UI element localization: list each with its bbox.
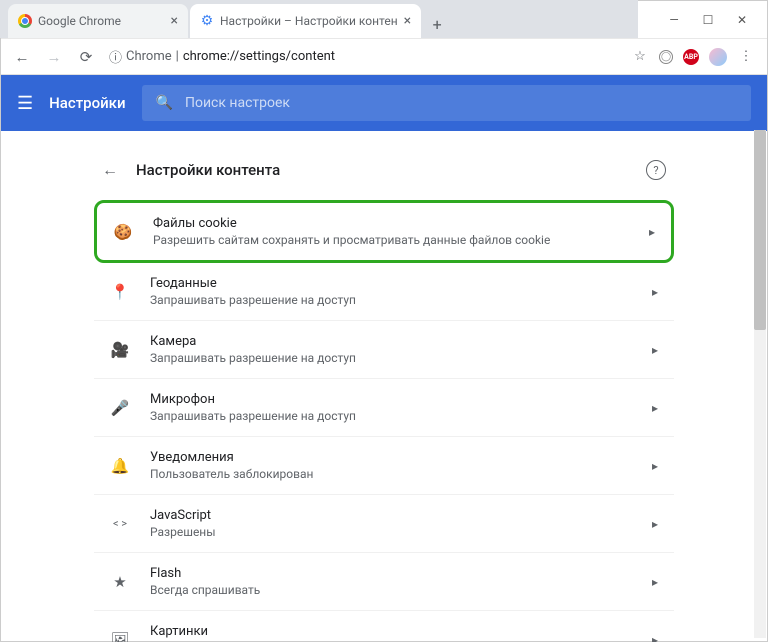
toolbar-extensions: ☆ ◯ ABP ⋮ [631, 48, 755, 66]
avatar-icon[interactable] [709, 48, 727, 66]
setting-row-mic[interactable]: 🎤 Микрофон Запрашивать разрешение на досту… [94, 379, 674, 437]
row-subtitle: Пользователь заблокирован [150, 467, 632, 481]
url-field[interactable]: ⓘ Chrome | chrome://settings/content [109, 47, 617, 66]
cookie-icon: 🍪 [113, 222, 133, 242]
back-arrow-icon[interactable]: ← [102, 160, 118, 180]
flash-icon: ★ [110, 572, 130, 592]
row-text: Микрофон Запрашивать разрешение на доступ [150, 392, 632, 423]
row-subtitle: Запрашивать разрешение на доступ [150, 351, 632, 365]
hamburger-icon[interactable]: ☰ [17, 93, 33, 114]
chevron-right-icon: ▸ [649, 225, 655, 239]
url-sep: | [176, 49, 179, 64]
close-window-button[interactable]: ✕ [725, 6, 759, 34]
maximize-button[interactable]: ☐ [691, 6, 725, 34]
setting-row-cookie[interactable]: 🍪 Файлы cookie Разрешить сайтам сохранять … [94, 200, 674, 263]
setting-row-location[interactable]: 📍 Геоданные Запрашивать разрешение на дост… [94, 263, 674, 321]
chevron-right-icon: ▸ [652, 401, 658, 415]
menu-icon[interactable]: ⋮ [737, 48, 755, 66]
setting-row-flash[interactable]: ★ Flash Всегда спрашивать ▸ [94, 553, 674, 611]
row-title: Картинки [150, 624, 632, 639]
back-button[interactable]: ← [13, 48, 31, 66]
search-input[interactable]: 🔍 Поиск настроек [142, 85, 751, 121]
row-title: Уведомления [150, 450, 632, 465]
chevron-right-icon: ▸ [652, 517, 658, 531]
app-header: ☰ Настройки 🔍 Поиск настроек [1, 75, 767, 131]
chevron-right-icon: ▸ [652, 633, 658, 642]
tab-settings[interactable]: ⚙ Настройки – Настройки контен × [190, 4, 421, 38]
bookmark-icon[interactable]: ☆ [631, 48, 649, 66]
panel-header: ← Настройки контента ? [94, 150, 674, 200]
setting-row-bell[interactable]: 🔔 Уведомления Пользователь заблокирован ▸ [94, 437, 674, 495]
chrome-logo-icon [18, 14, 32, 28]
tab-label: Настройки – Настройки контен [220, 14, 398, 28]
image-icon: 🖼 [110, 630, 130, 642]
row-title: JavaScript [150, 508, 632, 523]
row-title: Геоданные [150, 276, 632, 291]
scrollbar[interactable] [754, 130, 766, 638]
tab-google-chrome[interactable]: Google Chrome × [8, 4, 188, 38]
chevron-right-icon: ▸ [652, 575, 658, 589]
setting-row-image[interactable]: 🖼 КартинкиПоказать все ▸ [94, 611, 674, 642]
row-subtitle: Запрашивать разрешение на доступ [150, 409, 632, 423]
code-icon: < > [110, 514, 130, 534]
info-icon: ⓘ [109, 47, 122, 66]
content-area: ← Настройки контента ? 🍪 Файлы cookie Разр… [0, 130, 768, 642]
scroll-thumb[interactable] [754, 130, 766, 330]
close-icon[interactable]: × [171, 13, 178, 29]
row-text: JavaScript Разрешены [150, 508, 632, 539]
row-subtitle: Разрешить сайтам сохранять и просматрива… [153, 233, 629, 247]
tab-label: Google Chrome [38, 14, 121, 28]
setting-row-camera[interactable]: 🎥 Камера Запрашивать разрешение на доступ ▸ [94, 321, 674, 379]
gear-icon: ⚙ [200, 14, 214, 28]
yandex-icon[interactable]: ◯ [659, 50, 673, 64]
row-text: Файлы cookie Разрешить сайтам сохранять и… [153, 216, 629, 247]
new-tab-button[interactable]: + [423, 10, 451, 38]
row-text: Геоданные Запрашивать разрешение на досту… [150, 276, 632, 307]
close-icon[interactable]: × [404, 13, 411, 29]
mic-icon: 🎤 [110, 398, 130, 418]
bell-icon: 🔔 [110, 456, 130, 476]
minimize-button[interactable]: — [657, 6, 691, 34]
setting-row-code[interactable]: < > JavaScript Разрешены ▸ [94, 495, 674, 553]
search-placeholder: Поиск настроек [185, 95, 290, 111]
help-icon[interactable]: ? [646, 160, 666, 180]
row-title: Камера [150, 334, 632, 349]
row-title: Файлы cookie [153, 216, 629, 231]
reload-button[interactable]: ⟳ [77, 48, 95, 66]
app-title: Настройки [49, 94, 125, 112]
camera-icon: 🎥 [110, 340, 130, 360]
tab-strip: Google Chrome × ⚙ Настройки – Настройки … [0, 0, 638, 38]
url-path: chrome://settings/content [183, 49, 335, 64]
address-bar: ← → ⟳ ⓘ Chrome | chrome://settings/conte… [1, 39, 767, 75]
search-icon: 🔍 [156, 95, 173, 111]
chevron-right-icon: ▸ [652, 459, 658, 473]
row-text: Уведомления Пользователь заблокирован [150, 450, 632, 481]
row-text: Flash Всегда спрашивать [150, 566, 632, 597]
row-subtitle: Запрашивать разрешение на доступ [150, 293, 632, 307]
row-subtitle: Всегда спрашивать [150, 583, 632, 597]
row-text: Камера Запрашивать разрешение на доступ [150, 334, 632, 365]
row-text: КартинкиПоказать все [150, 624, 632, 642]
chevron-right-icon: ▸ [652, 285, 658, 299]
adblock-icon[interactable]: ABP [683, 49, 699, 65]
chevron-right-icon: ▸ [652, 343, 658, 357]
forward-button: → [45, 48, 63, 66]
settings-panel: ← Настройки контента ? 🍪 Файлы cookie Разр… [94, 150, 674, 622]
url-prefix: Chrome [126, 49, 172, 64]
row-title: Flash [150, 566, 632, 581]
row-subtitle: Разрешены [150, 525, 632, 539]
panel-title: Настройки контента [136, 161, 628, 179]
row-title: Микрофон [150, 392, 632, 407]
location-icon: 📍 [110, 282, 130, 302]
